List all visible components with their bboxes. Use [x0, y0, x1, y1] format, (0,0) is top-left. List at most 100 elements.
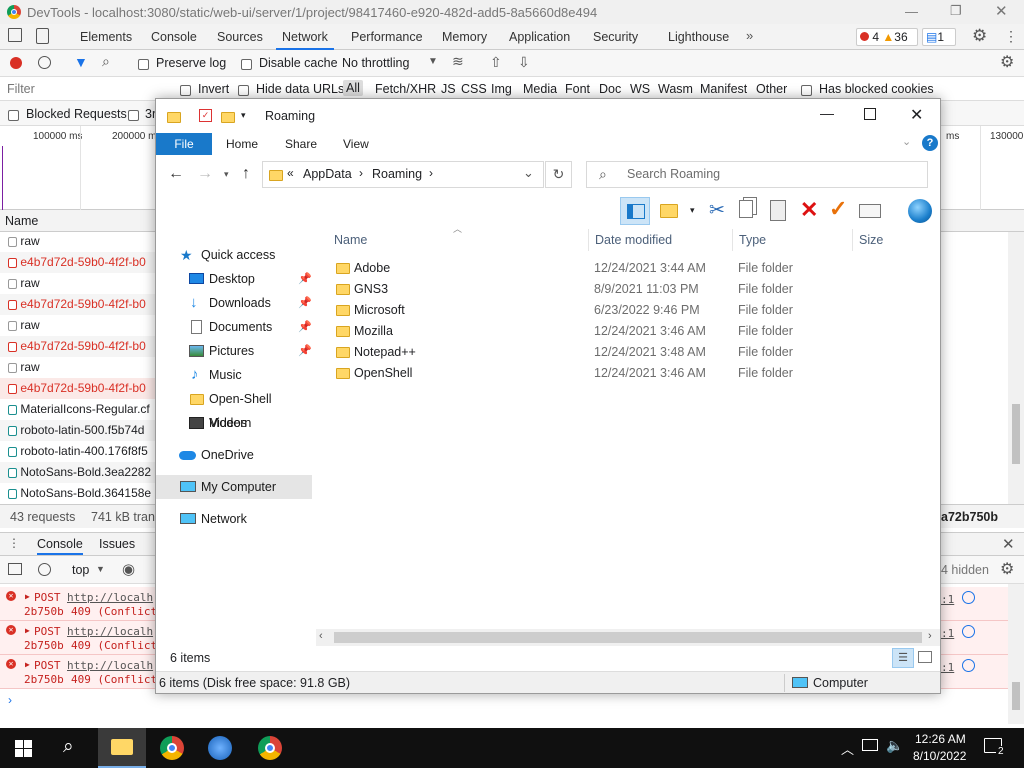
expand-arrow-icon[interactable]: ▶ — [25, 660, 30, 669]
nav-music[interactable]: ♪ Music — [156, 363, 312, 387]
request-row[interactable]: raw — [0, 273, 160, 294]
breadcrumb-appdata[interactable]: AppData — [303, 167, 352, 181]
column-header-date-modified[interactable]: Date modified — [595, 233, 672, 247]
request-url-link[interactable]: http://localh — [67, 659, 153, 672]
clock-date[interactable]: 8/10/2022 — [913, 749, 966, 763]
tab-console[interactable]: Console — [145, 24, 203, 50]
column-header-name[interactable]: Name — [334, 233, 588, 247]
throttling-select[interactable]: No throttling — [342, 56, 409, 70]
request-row[interactable]: raw — [0, 357, 160, 378]
large-icons-view-icon[interactable] — [918, 651, 932, 663]
third-party-checkbox[interactable] — [128, 108, 139, 122]
recent-locations-icon[interactable]: ▾ — [224, 169, 229, 180]
up-arrow-icon[interactable]: ↑ — [242, 165, 250, 183]
console-prompt-icon[interactable]: › — [8, 693, 12, 707]
tab-sources[interactable]: Sources — [211, 24, 269, 50]
network-request-icon[interactable] — [962, 591, 975, 604]
drawer-tab-issues[interactable]: Issues — [99, 537, 135, 551]
clear-icon[interactable] — [38, 56, 51, 69]
nav-videos[interactable]: Videos — [156, 411, 312, 435]
column-header-size[interactable]: Size — [859, 233, 883, 247]
source-link[interactable]: :1 — [941, 661, 954, 674]
nav-network[interactable]: Network — [156, 507, 312, 531]
source-link[interactable]: :1 — [941, 593, 954, 606]
delete-icon[interactable]: ✕ — [800, 197, 818, 223]
request-row[interactable]: raw — [0, 315, 160, 336]
network-request-icon[interactable] — [962, 625, 975, 638]
file-row[interactable]: Notepad++ 12/24/2021 3:48 AM File folder — [332, 342, 942, 363]
pin-icon[interactable]: 📌 — [298, 339, 312, 363]
new-folder-icon[interactable] — [221, 110, 235, 124]
context-select[interactable]: top — [72, 563, 89, 577]
chrome-devtools-taskbar-icon[interactable] — [208, 736, 232, 760]
pin-icon[interactable]: 📌 — [298, 315, 312, 339]
drawer-menu-icon[interactable]: ⋮ — [8, 536, 20, 550]
tab-network[interactable]: Network — [276, 24, 334, 50]
close-button[interactable]: ✕ — [995, 2, 1008, 20]
address-bar[interactable]: « AppData › Roaming › ⌄ — [262, 161, 544, 188]
device-toolbar-icon[interactable] — [36, 28, 49, 44]
customize-menu-icon[interactable]: ⋮ — [1004, 28, 1018, 45]
column-header-type[interactable]: Type — [739, 233, 766, 247]
customize-toolbar-icon[interactable]: ▾ — [241, 110, 246, 121]
request-row[interactable]: MaterialIcons-Regular.cf — [0, 399, 160, 420]
messages-counter[interactable]: ▤1 — [922, 28, 956, 46]
drawer-tab-console[interactable]: Console — [37, 537, 83, 555]
has-blocked-cookies-checkbox[interactable] — [801, 83, 812, 97]
tab-security[interactable]: Security — [587, 24, 644, 50]
type-filter-css[interactable]: CSS — [461, 82, 487, 96]
open-shell-globe-icon[interactable] — [908, 199, 932, 223]
type-filter-media[interactable]: Media — [523, 82, 557, 96]
properties-check-icon[interactable]: ✓ — [829, 196, 847, 222]
expand-arrow-icon[interactable]: ▶ — [25, 592, 30, 601]
chrome-taskbar-icon[interactable] — [160, 736, 184, 760]
file-row[interactable]: Microsoft 6/23/2022 9:46 PM File folder — [332, 300, 942, 321]
type-filter-font[interactable]: Font — [565, 82, 590, 96]
folder-up-icon[interactable] — [660, 203, 678, 218]
copy-icon[interactable] — [739, 200, 753, 218]
expand-ribbon-icon[interactable]: ⌄ — [902, 135, 911, 148]
show-hidden-icons-icon[interactable]: ︿ — [841, 739, 854, 758]
issues-counter[interactable]: 4 ▲36 — [856, 28, 918, 46]
column-divider[interactable] — [732, 229, 733, 251]
search-icon[interactable]: ⌕ — [102, 53, 110, 70]
console-scrollbar[interactable] — [1008, 584, 1024, 724]
ribbon-tab-file[interactable]: File — [156, 133, 212, 155]
type-filter-js[interactable]: JS — [441, 82, 456, 96]
clear-console-icon[interactable] — [38, 563, 51, 576]
preserve-log-checkbox[interactable] — [138, 57, 149, 71]
request-row[interactable]: roboto-latin-400.176f8f5 — [0, 441, 160, 462]
disable-cache-checkbox[interactable] — [241, 57, 252, 71]
tab-elements[interactable]: Elements — [74, 24, 138, 50]
type-filter-manifest[interactable]: Manifest — [700, 82, 747, 96]
search-box[interactable]: ⌕ Search Roaming — [586, 161, 928, 188]
name-column-header[interactable]: Name — [5, 214, 38, 228]
pin-icon[interactable]: 📌 — [298, 267, 312, 291]
nav-desktop[interactable]: Desktop 📌 — [156, 267, 312, 291]
nav-quick-access[interactable]: ★ Quick access — [156, 243, 312, 267]
windows-start-icon[interactable] — [15, 740, 32, 757]
breadcrumb-roaming[interactable]: Roaming — [372, 167, 422, 181]
scroll-right-icon[interactable]: › — [928, 630, 932, 642]
tab-application[interactable]: Application — [503, 24, 576, 50]
sidebar-toggle-icon[interactable] — [8, 563, 22, 575]
volume-tray-icon[interactable]: 🔈 — [886, 737, 903, 754]
breadcrumb-overflow-icon[interactable]: « — [287, 166, 294, 180]
details-view-icon[interactable]: ☰ — [892, 648, 914, 668]
expand-arrow-icon[interactable]: ▶ — [25, 626, 30, 635]
request-url-link[interactable]: http://localh — [67, 625, 153, 638]
type-filter-img[interactable]: Img — [491, 82, 512, 96]
record-icon[interactable] — [10, 57, 22, 69]
tab-lighthouse[interactable]: Lighthouse — [662, 24, 735, 50]
search-input[interactable]: Search Roaming — [627, 167, 720, 181]
network-conditions-icon[interactable]: ≋ — [452, 53, 464, 70]
breadcrumb-separator-icon[interactable]: › — [359, 166, 363, 180]
properties-icon[interactable]: ✓ — [199, 109, 212, 122]
more-tabs-icon[interactable]: » — [746, 28, 753, 43]
navigation-pane-icon[interactable] — [620, 197, 650, 225]
scrollbar-thumb[interactable] — [1012, 404, 1020, 464]
type-filter-ws[interactable]: WS — [630, 82, 650, 96]
restore-button[interactable]: ❐ — [950, 3, 962, 19]
network-settings-icon[interactable]: ⚙ — [1000, 52, 1014, 72]
inspect-icon[interactable] — [8, 28, 22, 42]
